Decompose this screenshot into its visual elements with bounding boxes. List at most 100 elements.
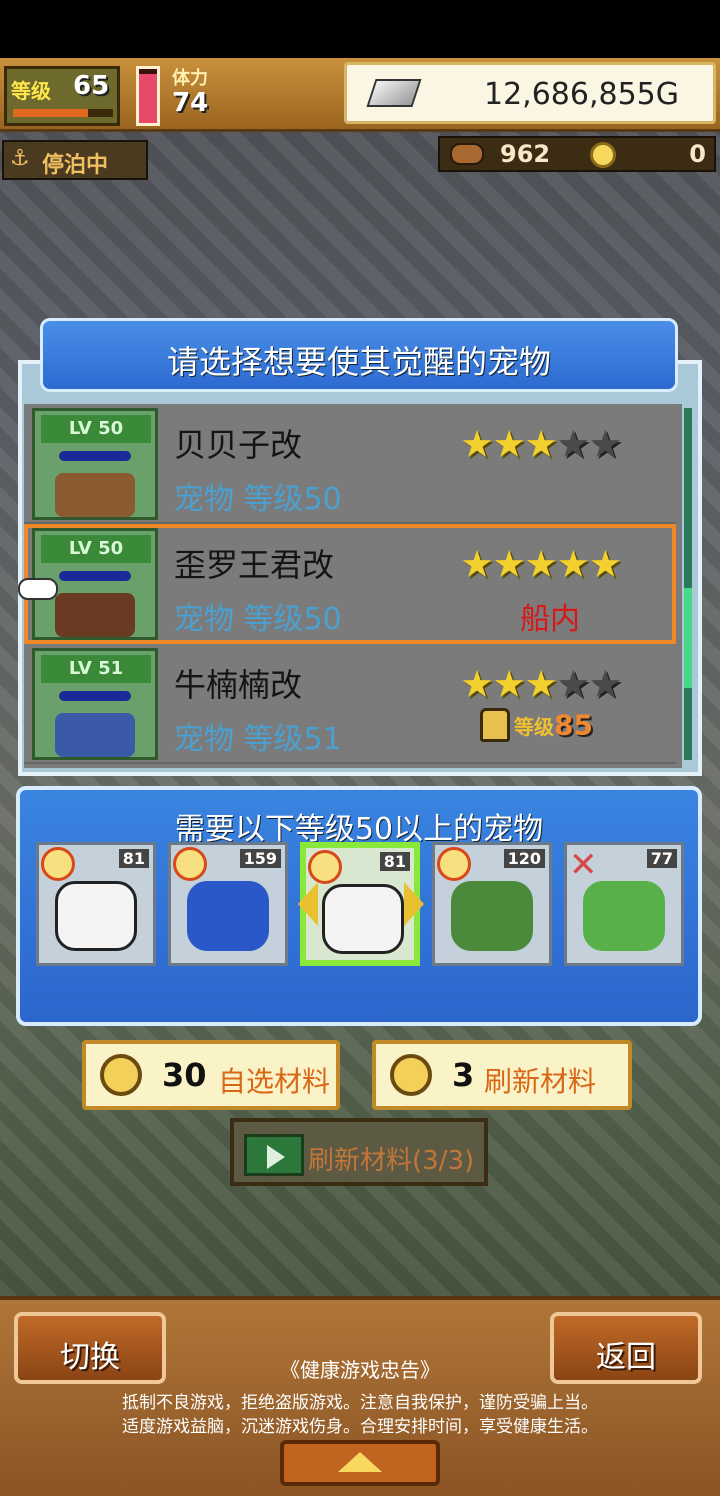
select-arrow-right-icon xyxy=(404,882,424,926)
pet-level-badge: LV 50 xyxy=(41,415,151,443)
pet-row-selected[interactable]: LV 50 歪罗王君改 宠物 等级50 ★★★★★ 船内 xyxy=(24,524,676,644)
refresh-material-button[interactable]: 3 刷新材料 xyxy=(372,1040,632,1110)
star-icon: ★ xyxy=(492,662,526,706)
barrel-icon xyxy=(450,143,484,165)
pet-level-badge: LV 51 xyxy=(41,655,151,683)
lock-level-label: 等级 xyxy=(514,714,554,739)
material-card[interactable]: 120 xyxy=(432,842,552,966)
material-number: 159 xyxy=(239,849,281,868)
stamina-label: 体力 xyxy=(172,68,208,89)
silver-bar-icon xyxy=(366,79,422,107)
coin-icon xyxy=(590,142,616,168)
health-advice-title: 《健康游戏忠告》 xyxy=(280,1358,440,1382)
stamina-value: 74 xyxy=(172,88,209,118)
pointer-hand-icon xyxy=(18,578,58,600)
choose-material-button[interactable]: 30 自选材料 xyxy=(82,1040,340,1110)
rarity-stars: ★★★★★ xyxy=(460,422,622,466)
pet-thumbnail: LV 50 xyxy=(32,408,158,520)
star-icon: ★ xyxy=(460,662,494,706)
level-value: 65 xyxy=(73,71,110,101)
lock-icon xyxy=(480,708,510,742)
level-lock: 等级85 xyxy=(480,708,593,742)
video-refresh-label: 刷新材料(3/3) xyxy=(308,1146,475,1176)
level-label: 等级 xyxy=(11,79,51,103)
select-arrow-left-icon xyxy=(298,882,318,926)
resource-box: 962 0 xyxy=(438,136,716,172)
material-badge-icon xyxy=(437,847,471,881)
star-icon: ★ xyxy=(588,542,622,586)
health-advice-line: 适度游戏益脑，沉迷游戏伤身。合理安排时间，享受健康生活。 xyxy=(122,1417,598,1437)
material-card[interactable]: ✕ 77 xyxy=(564,842,684,966)
dialog-title-bar: 请选择想要使其觉醒的宠物 xyxy=(40,318,678,392)
star-icon: ★ xyxy=(556,542,590,586)
star-icon: ★ xyxy=(588,662,622,706)
pet-location-tag: 船内 xyxy=(520,602,580,637)
dialog-title: 请选择想要使其觉醒的宠物 xyxy=(166,343,551,381)
scroll-thumb[interactable] xyxy=(684,588,692,688)
material-sprite xyxy=(583,881,665,951)
pet-list[interactable]: LV 50 贝贝子改 宠物 等级50 ★★★★★ LV 50 歪罗王君改 宠物 … xyxy=(24,404,682,768)
pet-sprite xyxy=(55,473,135,517)
gold-box[interactable]: 12,686,855G xyxy=(344,62,716,124)
ship-status-label: 停泊中 xyxy=(42,153,109,178)
pet-exp-bar xyxy=(59,691,131,701)
pet-name: 牛楠楠改 xyxy=(174,666,303,704)
star-icon: ★ xyxy=(460,542,494,586)
rarity-stars: ★★★★★ xyxy=(460,662,622,706)
status-bar xyxy=(0,0,720,58)
material-sprite xyxy=(322,884,404,954)
anchor-icon: ⚓ xyxy=(10,146,30,171)
material-card[interactable]: 159 xyxy=(168,842,288,966)
refresh-cost: 3 xyxy=(452,1056,475,1094)
pet-name: 贝贝子改 xyxy=(174,426,303,464)
material-card-selected[interactable]: 81 xyxy=(300,842,420,966)
refresh-label: 刷新材料 xyxy=(484,1065,597,1098)
coin-icon xyxy=(390,1054,432,1096)
pet-row-locked[interactable]: LV 51 牛楠楠改 宠物 等级51 ★★★★★ 等级85 xyxy=(24,644,676,764)
pet-sprite xyxy=(55,593,135,637)
list-scrollbar[interactable] xyxy=(684,408,692,760)
material-sprite xyxy=(451,881,533,951)
lock-level-value: 85 xyxy=(554,708,593,742)
star-icon: ★ xyxy=(556,662,590,706)
coin-icon xyxy=(100,1054,142,1096)
rarity-stars: ★★★★★ xyxy=(460,542,622,586)
pet-exp-bar xyxy=(59,571,131,581)
tv-play-icon xyxy=(244,1134,304,1176)
star-icon: ★ xyxy=(524,542,558,586)
unavailable-x-icon: ✕ xyxy=(569,845,598,885)
level-progress-fill xyxy=(13,109,88,117)
expand-up-button[interactable] xyxy=(280,1440,440,1486)
ship-status-badge: ⚓ 停泊中 xyxy=(2,140,148,180)
player-level-box: 等级 65 xyxy=(4,66,120,126)
star-icon: ★ xyxy=(460,422,494,466)
material-number: 120 xyxy=(503,849,545,868)
material-number: 81 xyxy=(118,849,149,868)
star-icon: ★ xyxy=(492,422,526,466)
pet-subtitle: 宠物 等级51 xyxy=(174,722,342,757)
material-badge-icon xyxy=(308,850,342,884)
pet-exp-bar xyxy=(59,451,131,461)
level-progress-bar xyxy=(13,109,113,117)
material-badge-icon xyxy=(173,847,207,881)
stamina-gauge-fill xyxy=(139,74,157,123)
choose-label: 自选材料 xyxy=(218,1065,331,1098)
star-icon: ★ xyxy=(588,422,622,466)
star-icon: ★ xyxy=(524,422,558,466)
up-arrow-icon xyxy=(338,1452,382,1472)
choose-cost: 30 xyxy=(162,1056,207,1094)
pet-row[interactable]: LV 50 贝贝子改 宠物 等级50 ★★★★★ xyxy=(24,404,676,524)
material-badge-icon xyxy=(41,847,75,881)
star-icon: ★ xyxy=(492,542,526,586)
video-refresh-button[interactable]: 刷新材料(3/3) xyxy=(230,1118,488,1186)
star-icon: ★ xyxy=(556,422,590,466)
pet-thumbnail: LV 51 xyxy=(32,648,158,760)
health-advice-line: 抵制不良游戏，拒绝盗版游戏。注意自我保护，谨防受骗上当。 xyxy=(122,1393,598,1413)
pet-subtitle: 宠物 等级50 xyxy=(174,482,342,517)
stamina-gauge xyxy=(136,66,160,126)
pet-sprite xyxy=(55,713,135,757)
play-icon xyxy=(267,1145,285,1169)
material-card[interactable]: 81 xyxy=(36,842,156,966)
pet-name: 歪罗王君改 xyxy=(174,546,335,584)
pet-subtitle: 宠物 等级50 xyxy=(174,602,342,637)
